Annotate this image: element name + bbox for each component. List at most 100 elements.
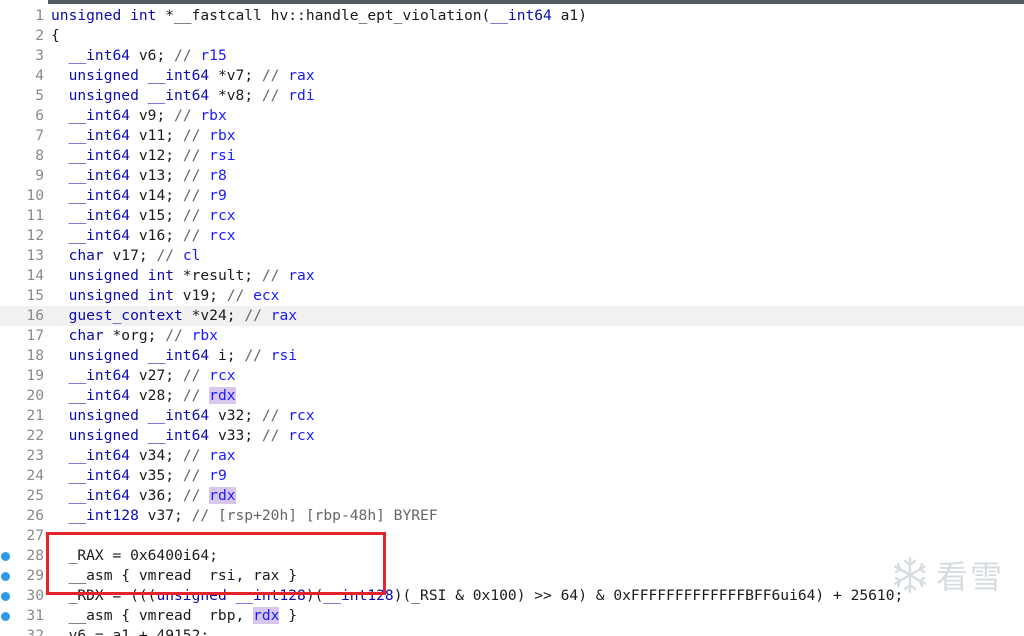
pseudocode-editor[interactable]: 1 unsigned int *__fastcall hv::handle_ept…: [0, 0, 1024, 636]
code-text[interactable]: unsigned int v19; // ecx: [51, 286, 280, 306]
code-line[interactable]: 29 __asm { vmread rsi, rax }: [0, 566, 1024, 586]
code-line[interactable]: 10 __int64 v14; // r9: [0, 186, 1024, 206]
code-token: unsigned int: [68, 287, 175, 304]
code-text[interactable]: __asm { vmread rsi, rax }: [51, 566, 297, 586]
code-text[interactable]: _RDX = (((unsigned __int128)(__int128)(_…: [51, 586, 904, 606]
code-text[interactable]: __int64 v16; // rcx: [51, 226, 236, 246]
code-token: *v8;: [209, 87, 262, 104]
code-token: v34;: [130, 447, 183, 464]
code-line[interactable]: 17 char *org; // rbx: [0, 326, 1024, 346]
code-text[interactable]: __int64 v13; // r8: [51, 166, 227, 186]
code-token: v33;: [209, 427, 262, 444]
line-number: 13: [26, 247, 44, 264]
code-line[interactable]: 11 __int64 v15; // rcx: [0, 206, 1024, 226]
code-token: v27;: [130, 367, 183, 384]
code-token: rdx: [253, 607, 280, 624]
code-line[interactable]: 18 unsigned __int64 i; // rsi: [0, 346, 1024, 366]
code-line[interactable]: 6 __int64 v9; // rbx: [0, 106, 1024, 126]
code-line[interactable]: 25 __int64 v36; // rdx: [0, 486, 1024, 506]
code-token: )(: [305, 587, 324, 604]
code-line[interactable]: 28 _RAX = 0x6400i64;: [0, 546, 1024, 566]
line-number: 18: [26, 347, 44, 364]
code-text[interactable]: unsigned __int64 *v7; // rax: [51, 66, 315, 86]
code-line[interactable]: 26 __int128 v37; // [rsp+20h] [rbp-48h] …: [0, 506, 1024, 526]
code-token: __int64: [68, 147, 131, 164]
code-line[interactable]: 22 unsigned __int64 v33; // rcx: [0, 426, 1024, 446]
code-line[interactable]: 5 unsigned __int64 *v8; // rdi: [0, 86, 1024, 106]
code-token: *result;: [174, 267, 262, 284]
code-text[interactable]: unsigned __int64 *v8; // rdi: [51, 86, 315, 106]
code-line[interactable]: 12 __int64 v16; // rcx: [0, 226, 1024, 246]
code-token: a1): [551, 7, 588, 24]
code-line[interactable]: 24 __int64 v35; // r9: [0, 466, 1024, 486]
line-number: 12: [26, 227, 44, 244]
code-token: rax: [288, 67, 315, 84]
code-text[interactable]: _RAX = 0x6400i64;: [51, 546, 218, 566]
code-text[interactable]: v6 = a1 + 49152;: [51, 626, 210, 636]
code-text[interactable]: __int64 v6; // r15: [51, 46, 227, 66]
code-line[interactable]: 1 unsigned int *__fastcall hv::handle_ept…: [0, 6, 1024, 26]
code-token: v16;: [130, 227, 183, 244]
code-text[interactable]: __int128 v37; // [rsp+20h] [rbp-48h] BYR…: [51, 506, 438, 526]
code-line[interactable]: 8 __int64 v12; // rsi: [0, 146, 1024, 166]
code-text[interactable]: __int64 v14; // r9: [51, 186, 227, 206]
code-line[interactable]: 20 __int64 v28; // rdx: [0, 386, 1024, 406]
code-token: v13;: [130, 167, 183, 184]
code-line[interactable]: 4 unsigned __int64 *v7; // rax: [0, 66, 1024, 86]
code-token: //: [182, 447, 210, 464]
code-text[interactable]: __int64 v28; // rdx: [51, 386, 236, 406]
code-text[interactable]: unsigned int *result; // rax: [51, 266, 315, 286]
code-line[interactable]: 16 guest_context *v24; // rax: [0, 306, 1024, 326]
code-token: __int64: [68, 207, 131, 224]
code-text[interactable]: __int64 v15; // rcx: [51, 206, 236, 226]
code-text[interactable]: char *org; // rbx: [51, 326, 218, 346]
code-line[interactable]: 27: [0, 526, 1024, 546]
code-text[interactable]: __int64 v36; // rdx: [51, 486, 236, 506]
code-text[interactable]: __int64 v34; // rax: [51, 446, 236, 466]
code-token: cl: [182, 247, 201, 264]
code-line[interactable]: 32 v6 = a1 + 49152;: [0, 626, 1024, 636]
code-line[interactable]: 31 __asm { vmread rbp, rdx }: [0, 606, 1024, 626]
code-line[interactable]: 7 __int64 v11; // rbx: [0, 126, 1024, 146]
code-token: rcx: [288, 407, 315, 424]
code-token: rax: [270, 307, 298, 324]
code-text[interactable]: {: [51, 26, 60, 46]
code-text[interactable]: __int64 v27; // rcx: [51, 366, 236, 386]
code-text[interactable]: __int64 v11; // rbx: [51, 126, 236, 146]
code-line[interactable]: 15 unsigned int v19; // ecx: [0, 286, 1024, 306]
code-line[interactable]: 9 __int64 v13; // r8: [0, 166, 1024, 186]
code-text[interactable]: __int64 v35; // r9: [51, 466, 227, 486]
code-token: v12;: [130, 147, 183, 164]
code-token: r9: [209, 187, 227, 204]
code-line[interactable]: 21 unsigned __int64 v32; // rcx: [0, 406, 1024, 426]
code-token: unsigned int: [51, 7, 157, 24]
code-text[interactable]: unsigned __int64 v33; // rcx: [51, 426, 315, 446]
code-text[interactable]: unsigned int *__fastcall hv::handle_ept_…: [51, 6, 587, 26]
code-token: r8: [209, 167, 227, 184]
code-line[interactable]: 30 _RDX = (((unsigned __int128)(__int128…: [0, 586, 1024, 606]
code-text[interactable]: __int64 v12; // rsi: [51, 146, 236, 166]
code-line[interactable]: 19 __int64 v27; // rcx: [0, 366, 1024, 386]
code-text[interactable]: guest_context *v24; // rax: [51, 306, 297, 326]
code-text[interactable]: unsigned __int64 v32; // rcx: [51, 406, 315, 426]
code-token: v17;: [103, 247, 157, 264]
code-line[interactable]: 3 __int64 v6; // r15: [0, 46, 1024, 66]
code-line[interactable]: 2{: [0, 26, 1024, 46]
code-token: rsi: [209, 147, 236, 164]
code-text[interactable]: __asm { vmread rbp, rdx }: [51, 606, 297, 626]
code-line[interactable]: 13 char v17; // cl: [0, 246, 1024, 266]
code-line[interactable]: 14 unsigned int *result; // rax: [0, 266, 1024, 286]
code-token: rdx: [209, 487, 236, 504]
code-text[interactable]: unsigned __int64 i; // rsi: [51, 346, 297, 366]
code-text[interactable]: __int64 v9; // rbx: [51, 106, 227, 126]
code-token: __int64: [68, 167, 131, 184]
code-text[interactable]: char v17; // cl: [51, 246, 201, 266]
code-token: // [rsp+20h] [rbp-48h] BYREF: [191, 507, 438, 524]
line-number: 20: [26, 387, 44, 404]
code-line[interactable]: 23 __int64 v34; // rax: [0, 446, 1024, 466]
